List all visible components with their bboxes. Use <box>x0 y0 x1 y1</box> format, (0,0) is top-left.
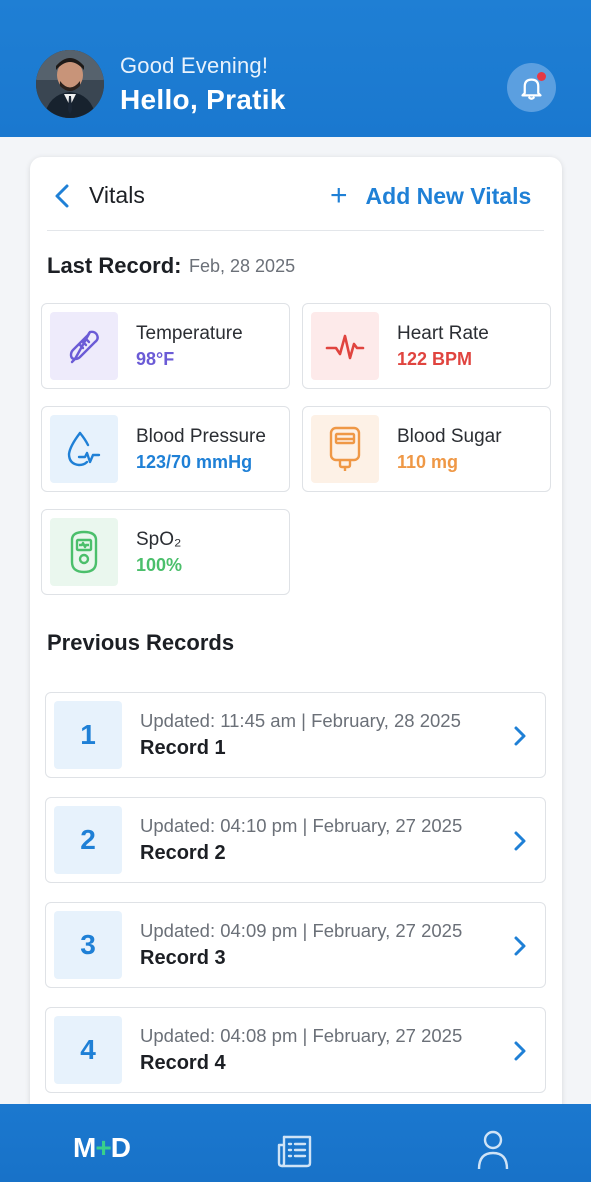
vital-tile-temperature[interactable]: Temperature 98°F <box>41 303 290 389</box>
vital-tile-heart-rate[interactable]: Heart Rate 122 BPM <box>302 303 551 389</box>
logo-letter-d: D <box>110 1132 131 1163</box>
greeting-text: Good Evening! <box>120 53 269 78</box>
vital-label: Heart Rate <box>397 323 489 344</box>
avatar-image <box>36 50 104 118</box>
nav-home-logo[interactable]: M+D <box>73 1132 131 1164</box>
record-updated-text: Updated: 04:08 pm | February, 27 2025 <box>140 1025 463 1046</box>
record-updated-text: Updated: 11:45 am | February, 28 2025 <box>140 710 461 731</box>
vital-tile-blood-pressure[interactable]: Blood Pressure 123/70 mmHg <box>41 406 290 492</box>
vital-label: Temperature <box>136 323 243 344</box>
vital-value: 100% <box>136 555 183 575</box>
divider <box>47 230 544 231</box>
plus-icon: + <box>330 179 348 212</box>
last-record-date: Feb, 28 2025 <box>189 256 296 276</box>
vital-value: 110 mg <box>397 452 459 472</box>
chevron-right-icon <box>514 1041 526 1061</box>
vital-value: 122 BPM <box>397 349 473 369</box>
bottom-navigation: M+D <box>0 1104 591 1182</box>
vital-value: 123/70 mmHg <box>136 452 253 472</box>
chevron-right-icon <box>514 831 526 851</box>
notification-dot <box>537 72 546 81</box>
last-record-label: Last Record: <box>47 253 182 278</box>
records-icon[interactable] <box>276 1129 316 1169</box>
back-icon[interactable] <box>52 182 72 210</box>
record-updated-text: Updated: 04:09 pm | February, 27 2025 <box>140 920 463 941</box>
record-name: Record 3 <box>140 947 226 969</box>
blood-pressure-icon <box>50 415 118 483</box>
add-new-vitals-button[interactable]: + Add New Vitals <box>330 180 531 212</box>
record-name: Record 2 <box>140 842 226 864</box>
record-number: 3 <box>54 911 122 979</box>
oximeter-icon <box>50 518 118 586</box>
add-new-vitals-label: Add New Vitals <box>365 182 532 209</box>
vital-tile-spo2[interactable]: SpO₂ 100% <box>41 509 290 595</box>
previous-records-title: Previous Records <box>47 630 235 655</box>
vital-label: Blood Pressure <box>136 426 266 447</box>
record-updated-text: Updated: 04:10 pm | February, 27 2025 <box>140 815 463 836</box>
glucometer-icon <box>311 415 379 483</box>
record-item[interactable]: 1 Updated: 11:45 am | February, 28 2025 … <box>45 692 546 778</box>
vital-tile-blood-sugar[interactable]: Blood Sugar 110 mg <box>302 406 551 492</box>
app-header: Good Evening! Hello, Pratik <box>0 0 591 137</box>
record-name: Record 1 <box>140 737 226 759</box>
record-item[interactable]: 2 Updated: 04:10 pm | February, 27 2025 … <box>45 797 546 883</box>
record-number: 2 <box>54 806 122 874</box>
vital-value: 98°F <box>136 349 175 369</box>
heart-rate-icon <box>311 312 379 380</box>
user-avatar[interactable] <box>36 50 104 118</box>
record-number: 1 <box>54 701 122 769</box>
record-number: 4 <box>54 1016 122 1084</box>
record-item[interactable]: 3 Updated: 04:09 pm | February, 27 2025 … <box>45 902 546 988</box>
chevron-right-icon <box>514 936 526 956</box>
page-title: Vitals <box>89 182 145 208</box>
vital-label: SpO₂ <box>136 529 182 550</box>
thermometer-icon <box>50 312 118 380</box>
chevron-right-icon <box>514 726 526 746</box>
vital-label: Blood Sugar <box>397 426 502 447</box>
logo-letter-m: M <box>73 1132 96 1163</box>
record-name: Record 4 <box>140 1052 226 1074</box>
profile-icon[interactable] <box>476 1129 510 1171</box>
record-item[interactable]: 4 Updated: 04:08 pm | February, 27 2025 … <box>45 1007 546 1093</box>
logo-plus: + <box>95 1132 111 1163</box>
user-greeting-name: Hello, Pratik <box>120 84 286 115</box>
notifications-button[interactable] <box>507 63 556 112</box>
